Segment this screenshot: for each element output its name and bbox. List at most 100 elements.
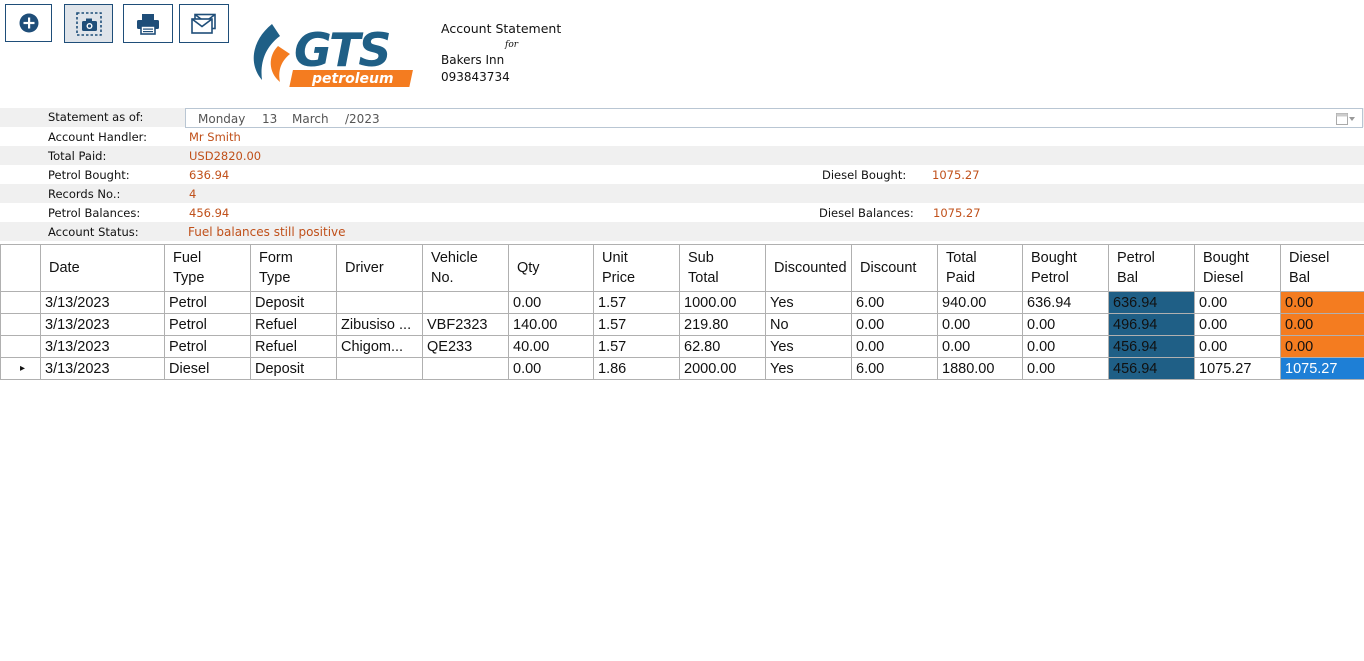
table-cell[interactable]: 0.00 — [1280, 335, 1364, 358]
column-header-text: Petrol — [1031, 270, 1069, 286]
date-month[interactable]: March — [292, 112, 329, 126]
table-cell[interactable] — [422, 291, 509, 314]
table-cell[interactable]: Diesel — [164, 357, 251, 380]
table-cell[interactable]: 1.57 — [593, 335, 680, 358]
table-cell[interactable]: Petrol — [164, 291, 251, 314]
mail-icon — [191, 13, 216, 34]
table-cell[interactable]: 1.57 — [593, 291, 680, 314]
table-cell[interactable]: No — [765, 313, 852, 336]
table-cell[interactable]: 0.00 — [1280, 291, 1364, 314]
date-weekday[interactable]: Monday — [198, 112, 245, 126]
table-row[interactable]: 3/13/2023 Petrol Refuel Zibusiso ... VBF2323… — [0, 313, 1364, 336]
table-cell[interactable]: Yes — [765, 357, 852, 380]
table-cell[interactable]: Deposit — [250, 291, 337, 314]
table-cell[interactable]: 1.57 — [593, 313, 680, 336]
table-cell[interactable]: 0.00 — [1280, 313, 1364, 336]
column-header[interactable]: Driver — [336, 244, 423, 292]
date-year[interactable]: /2023 — [345, 112, 380, 126]
column-header[interactable]: Bought Diesel — [1194, 244, 1281, 292]
column-header[interactable]: Vehicle No. — [422, 244, 509, 292]
column-header[interactable]: Bought Petrol — [1022, 244, 1109, 292]
table-cell[interactable]: 0.00 — [1022, 335, 1109, 358]
table-cell[interactable]: 456.94 — [1108, 357, 1195, 380]
column-header[interactable]: Date — [40, 244, 165, 292]
row-selector[interactable] — [0, 335, 41, 358]
column-header-text: Bought — [1203, 250, 1249, 266]
table-cell[interactable] — [336, 357, 423, 380]
row-selector[interactable] — [0, 291, 41, 314]
report-title: Account Statement — [441, 21, 562, 36]
table-cell[interactable]: 0.00 — [1194, 291, 1281, 314]
table-cell[interactable]: 636.94 — [1108, 291, 1195, 314]
table-cell[interactable] — [336, 291, 423, 314]
row-selector[interactable] — [0, 313, 41, 336]
table-cell[interactable]: 0.00 — [1194, 335, 1281, 358]
table-cell[interactable]: 0.00 — [937, 335, 1023, 358]
table-cell[interactable]: 0.00 — [1194, 313, 1281, 336]
table-cell[interactable]: 456.94 — [1108, 335, 1195, 358]
table-cell[interactable]: 0.00 — [851, 335, 938, 358]
table-cell[interactable]: 0.00 — [1022, 313, 1109, 336]
table-cell[interactable]: Chigom... — [336, 335, 423, 358]
table-cell[interactable]: 0.00 — [851, 313, 938, 336]
column-header-text: Unit — [602, 250, 628, 266]
table-row[interactable]: ▸ 3/13/2023 Diesel Deposit 0.00 1.86 2000.00 Ye… — [0, 357, 1364, 380]
email-button[interactable] — [179, 4, 229, 43]
print-button[interactable] — [123, 4, 173, 43]
column-header[interactable]: Fuel Type — [164, 244, 251, 292]
table-cell[interactable]: Refuel — [250, 335, 337, 358]
table-row[interactable]: 3/13/2023 Petrol Refuel Chigom... QE233 40.00… — [0, 335, 1364, 358]
table-cell[interactable]: 3/13/2023 — [40, 291, 165, 314]
table-cell[interactable]: Deposit — [250, 357, 337, 380]
table-cell[interactable]: 3/13/2023 — [40, 357, 165, 380]
column-header[interactable]: Discounted — [765, 244, 852, 292]
add-button[interactable] — [5, 4, 52, 42]
table-cell[interactable]: Petrol — [164, 335, 251, 358]
statement-date-picker[interactable]: Monday 13 March /2023 — [185, 108, 1363, 128]
diesel-balances-value: 1075.27 — [933, 206, 981, 220]
table-cell[interactable]: 1880.00 — [937, 357, 1023, 380]
column-header[interactable]: Petrol Bal — [1108, 244, 1195, 292]
table-cell[interactable]: 0.00 — [508, 357, 594, 380]
table-cell[interactable]: 3/13/2023 — [40, 335, 165, 358]
table-cell[interactable]: 496.94 — [1108, 313, 1195, 336]
table-cell[interactable]: 0.00 — [1022, 357, 1109, 380]
column-header[interactable]: Total Paid — [937, 244, 1023, 292]
table-cell[interactable]: Refuel — [250, 313, 337, 336]
table-cell[interactable]: 140.00 — [508, 313, 594, 336]
table-cell[interactable]: Yes — [765, 335, 852, 358]
column-header[interactable]: Discount — [851, 244, 938, 292]
table-cell[interactable]: 940.00 — [937, 291, 1023, 314]
table-cell[interactable]: 0.00 — [937, 313, 1023, 336]
column-header[interactable]: Qty — [508, 244, 594, 292]
table-cell[interactable]: 636.94 — [1022, 291, 1109, 314]
table-cell[interactable]: 1075.27 — [1280, 357, 1364, 380]
table-cell[interactable]: 40.00 — [508, 335, 594, 358]
table-cell[interactable]: 219.80 — [679, 313, 766, 336]
table-cell[interactable] — [422, 357, 509, 380]
date-day[interactable]: 13 — [262, 112, 277, 126]
table-cell[interactable]: 6.00 — [851, 291, 938, 314]
table-cell[interactable]: 3/13/2023 — [40, 313, 165, 336]
table-cell[interactable]: 0.00 — [508, 291, 594, 314]
table-cell[interactable]: Petrol — [164, 313, 251, 336]
table-cell[interactable]: VBF2323 — [422, 313, 509, 336]
table-cell[interactable]: 6.00 — [851, 357, 938, 380]
table-cell[interactable]: 1075.27 — [1194, 357, 1281, 380]
table-cell[interactable]: 1.86 — [593, 357, 680, 380]
row-selector[interactable]: ▸ — [0, 357, 41, 380]
table-cell[interactable]: 62.80 — [679, 335, 766, 358]
table-cell[interactable]: 1000.00 — [679, 291, 766, 314]
column-header[interactable]: Diesel Bal — [1280, 244, 1364, 292]
column-header[interactable]: Sub Total — [679, 244, 766, 292]
table-cell[interactable]: 2000.00 — [679, 357, 766, 380]
table-row[interactable]: 3/13/2023 Petrol Deposit 0.00 1.57 1000.00 Yes… — [0, 291, 1364, 314]
column-header[interactable]: Unit Price — [593, 244, 680, 292]
table-cell[interactable]: Zibusiso ... — [336, 313, 423, 336]
calendar-dropdown-icon[interactable] — [1336, 113, 1356, 125]
table-cell[interactable]: QE233 — [422, 335, 509, 358]
screenshot-button[interactable] — [64, 4, 113, 43]
table-cell[interactable]: Yes — [765, 291, 852, 314]
transactions-grid[interactable]: Date Fuel Type Form Type Driver Vehicle No. Qty U… — [0, 244, 1364, 380]
column-header[interactable]: Form Type — [250, 244, 337, 292]
